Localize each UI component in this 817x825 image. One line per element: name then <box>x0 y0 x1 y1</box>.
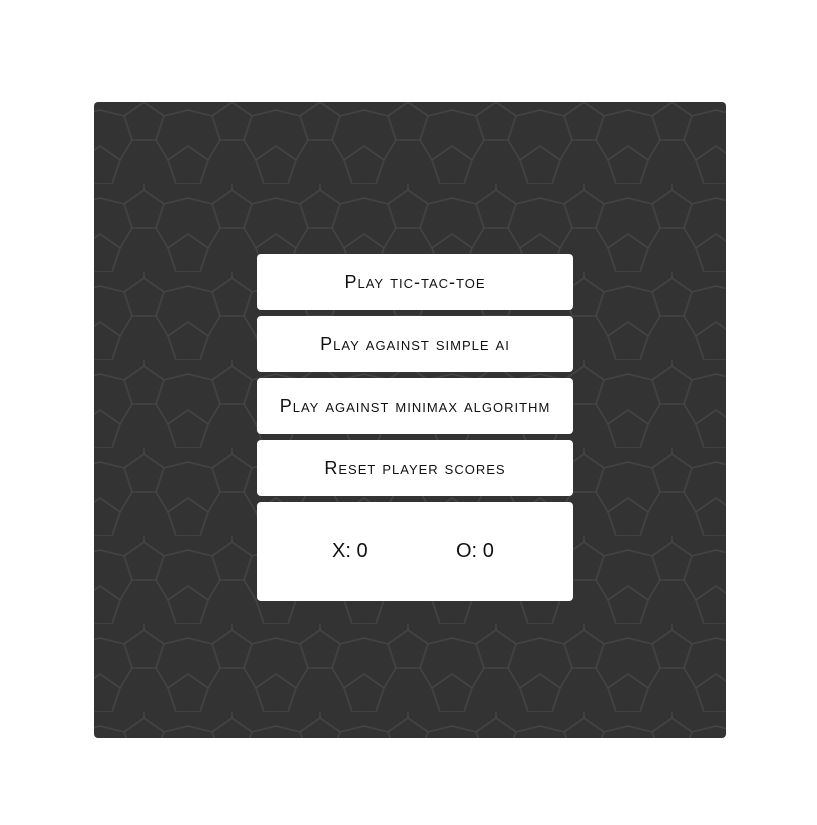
scoreboard: X: 0 O: 0 <box>257 502 573 601</box>
score-o-value: 0 <box>482 540 494 562</box>
score-o-label: O: <box>456 540 478 562</box>
score-x: X: 0 <box>332 539 368 563</box>
reset-scores-button[interactable]: Reset player scores <box>257 440 573 496</box>
play-simple-ai-button[interactable]: Play against simple ai <box>257 316 573 372</box>
score-x-value: 0 <box>356 540 368 562</box>
play-minimax-button[interactable]: Play against minimax algorithm <box>257 378 573 434</box>
play-tic-tac-toe-button[interactable]: Play tic-tac-toe <box>257 254 573 310</box>
score-x-label: X: <box>332 540 351 562</box>
main-menu: Play tic-tac-toe Play against simple ai … <box>257 254 573 601</box>
score-o: O: 0 <box>456 539 494 563</box>
